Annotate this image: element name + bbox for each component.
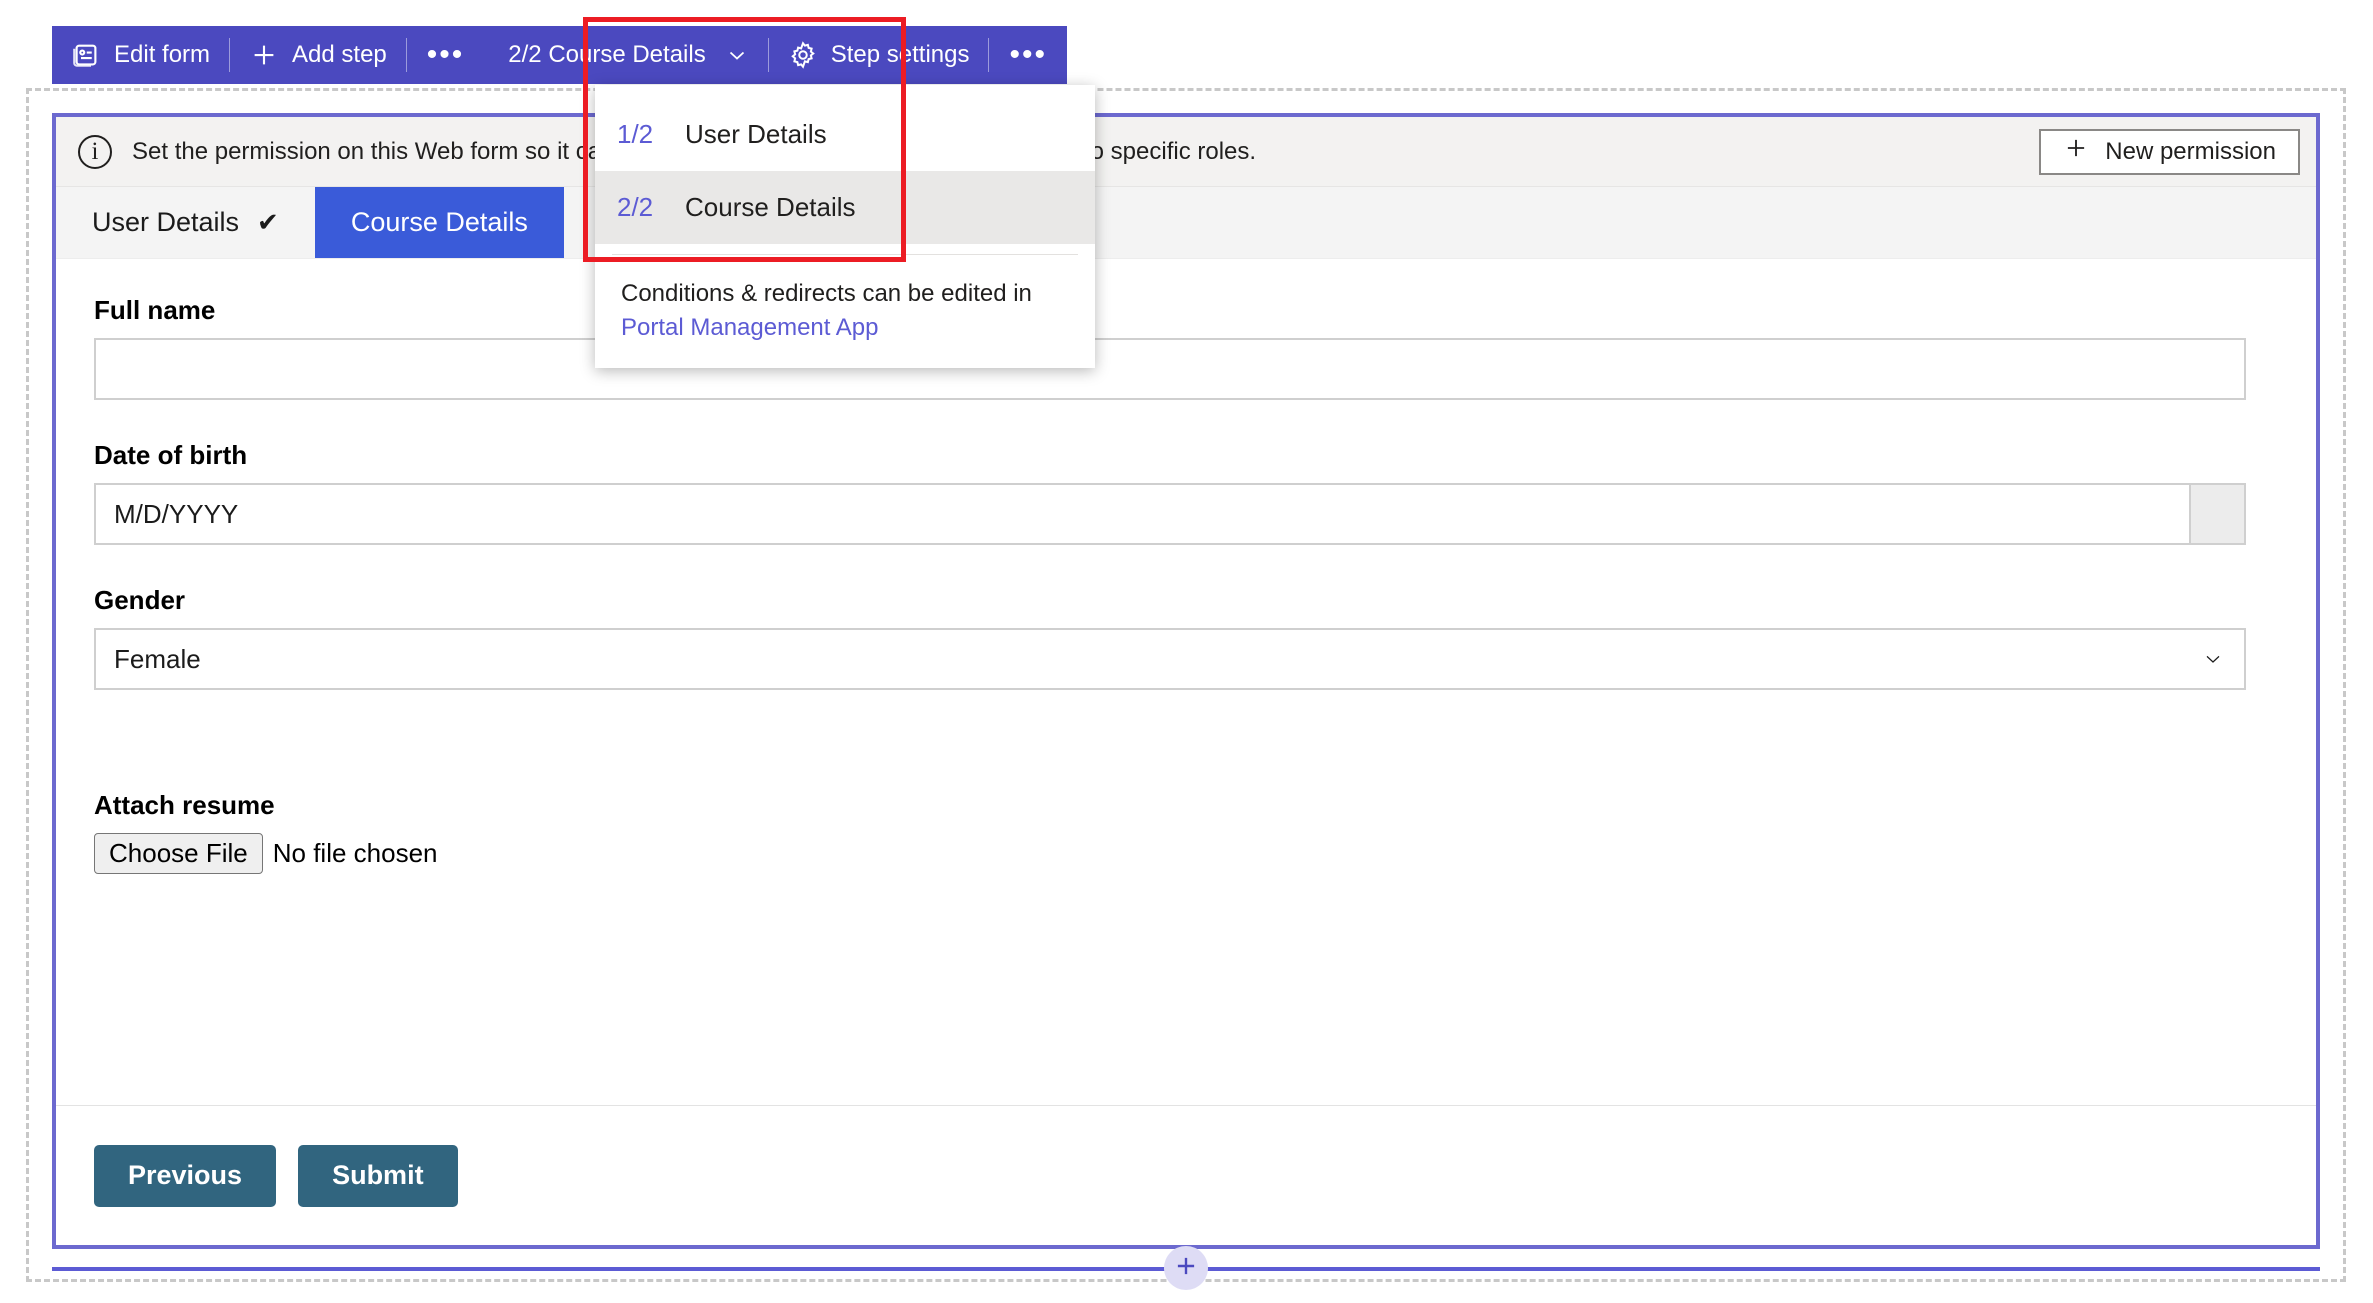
add-section-affordance <box>52 1240 2320 1296</box>
previous-button[interactable]: Previous <box>94 1144 277 1207</box>
tab-user-details-label: User Details <box>92 207 240 237</box>
menu-item-label: Course Details <box>685 192 856 222</box>
menu-note-text: Conditions & redirects can be edited in <box>621 280 1032 307</box>
page-canvas: Edit form Add step ••• 2/2 Course Detail… <box>0 0 2373 1303</box>
step-selector-label: 2/2 Course Details <box>508 41 706 68</box>
chevron-down-icon <box>725 43 749 67</box>
field-attach-resume: Attach resume Choose File No file chosen <box>94 790 2278 874</box>
new-permission-button[interactable]: New permission <box>2039 128 2300 175</box>
step-settings-label: Step settings <box>830 41 970 68</box>
menu-item-user-details[interactable]: 1/2 User Details <box>595 98 1095 171</box>
gear-icon <box>788 40 818 70</box>
submit-button[interactable]: Submit <box>298 1144 458 1207</box>
plus-icon <box>249 40 279 70</box>
field-spacer <box>94 690 2278 790</box>
info-icon: i <box>78 134 112 169</box>
choose-file-button[interactable]: Choose File <box>94 833 263 874</box>
add-step-button[interactable]: Add step <box>230 26 406 84</box>
attach-resume-label: Attach resume <box>94 790 275 820</box>
menu-note: Conditions & redirects can be edited in … <box>595 255 1095 361</box>
date-of-birth-label: Date of birth <box>94 440 248 470</box>
full-name-label: Full name <box>94 295 216 325</box>
tab-course-details[interactable]: Course Details <box>314 187 564 258</box>
field-full-name: Full name <box>94 295 2278 400</box>
form-step-tabs: User Details ✔ Course Details <box>56 187 2316 259</box>
field-spacer <box>94 545 2278 585</box>
add-section-button[interactable] <box>1164 1246 1208 1290</box>
full-name-input[interactable] <box>94 338 2246 400</box>
field-date-of-birth: Date of birth <box>94 440 2278 545</box>
add-step-label: Add step <box>292 41 387 68</box>
edit-form-button[interactable]: Edit form <box>52 26 229 84</box>
date-of-birth-input[interactable] <box>94 483 2189 545</box>
tab-course-details-label: Course Details <box>350 207 528 237</box>
web-form-container: i Set the permission on this Web form so… <box>52 113 2320 1249</box>
form-action-bar: Previous Submit <box>56 1105 2316 1245</box>
menu-item-label: User Details <box>685 119 827 149</box>
field-spacer <box>94 400 2278 440</box>
toolbar-overflow-button-right[interactable]: ••• <box>989 26 1067 84</box>
menu-item-course-details[interactable]: 2/2 Course Details <box>595 171 1095 244</box>
new-permission-label: New permission <box>2105 137 2276 165</box>
portal-management-app-link[interactable]: Portal Management App <box>621 311 1069 345</box>
tab-user-details[interactable]: User Details ✔ <box>56 187 315 258</box>
step-selector-menu: 1/2 User Details 2/2 Course Details Cond… <box>595 85 1095 369</box>
edit-form-label: Edit form <box>114 41 211 68</box>
field-gender: Gender Female <box>94 585 2278 690</box>
calendar-icon[interactable] <box>2189 483 2246 545</box>
file-status-text: No file chosen <box>272 838 438 868</box>
menu-item-number: 2/2 <box>617 192 654 222</box>
menu-item-number: 1/2 <box>617 119 654 149</box>
form-body: Full name Date of birth Gender Female <box>56 259 2316 1105</box>
check-icon: ✔ <box>257 207 279 237</box>
form-icon <box>71 40 101 70</box>
step-settings-button[interactable]: Step settings <box>769 26 989 84</box>
gender-label: Gender <box>94 585 186 615</box>
gender-select[interactable]: Female <box>94 628 2246 690</box>
plus-icon <box>1173 1253 1199 1284</box>
step-selector-button[interactable]: 2/2 Course Details <box>484 26 767 84</box>
command-toolbar: Edit form Add step ••• 2/2 Course Detail… <box>52 26 1067 84</box>
toolbar-overflow-button-left[interactable]: ••• <box>407 26 485 84</box>
permission-bar: i Set the permission on this Web form so… <box>56 117 2316 187</box>
plus-icon <box>2063 135 2089 168</box>
